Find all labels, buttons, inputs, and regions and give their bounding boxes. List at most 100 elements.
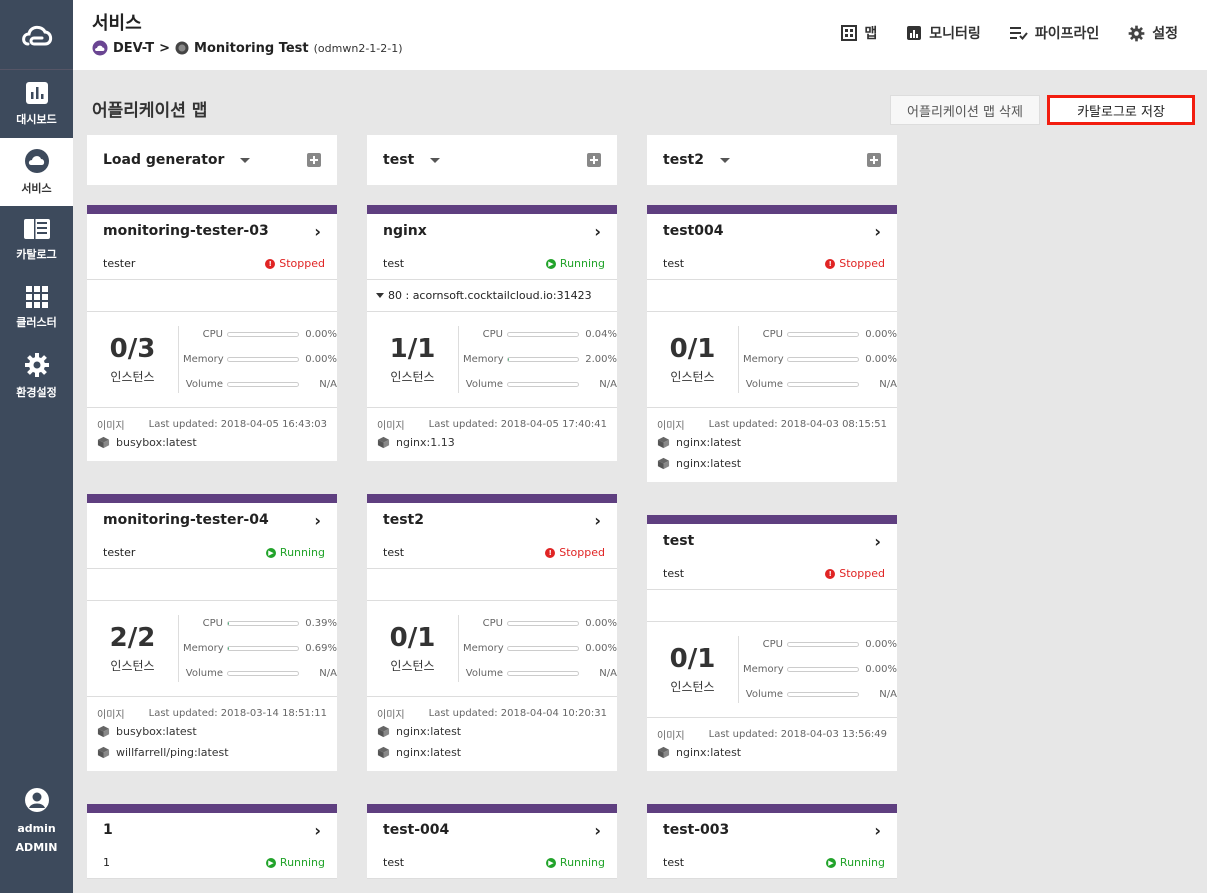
tab-settings[interactable]: 설정	[1128, 23, 1178, 43]
chevron-right-icon[interactable]: ›	[594, 821, 601, 840]
service-card[interactable]: 1 › 1 ▶ Running	[87, 804, 337, 879]
card-name: test004	[663, 223, 724, 239]
metric-label: Volume	[465, 379, 503, 390]
service-card[interactable]: test2 › test! Stopped 0/1 인스턴스 CPU 0.00% Memory 0…	[367, 494, 617, 771]
chevron-down-icon[interactable]	[719, 157, 730, 163]
add-icon[interactable]	[867, 153, 881, 167]
card-namespace-row: tester! Stopped	[87, 248, 337, 280]
group-name: test	[383, 152, 415, 168]
chevron-right-icon[interactable]: ›	[314, 511, 321, 530]
chevron-right-icon[interactable]: ›	[594, 511, 601, 530]
status-badge: ▶ Running	[545, 856, 605, 869]
metric-bar	[507, 382, 579, 387]
logo[interactable]	[0, 0, 73, 70]
metric-cpu: CPU 0.04%	[463, 326, 617, 343]
breadcrumb: DEV-T > Monitoring Test (odmwn2-1-2-1)	[92, 40, 403, 56]
metric-label: Memory	[183, 643, 224, 654]
sidebar-item-catalog[interactable]: 카탈로그	[0, 206, 73, 274]
cube-icon	[657, 436, 670, 449]
card-name: test2	[383, 512, 424, 528]
chevron-right-icon[interactable]: ›	[314, 222, 321, 241]
delete-map-button[interactable]: 어플리케이션 맵 삭제	[890, 95, 1040, 125]
user-role: ADMIN	[15, 841, 58, 854]
card-title-row[interactable]: test004 ›	[647, 214, 897, 248]
breadcrumb-workspace[interactable]: DEV-T	[113, 41, 154, 56]
add-icon[interactable]	[307, 153, 321, 167]
service-card[interactable]: monitoring-tester-04 › tester ▶ Running 2/2 인스…	[87, 494, 337, 771]
group-header[interactable]: test	[367, 135, 617, 185]
card-title-row[interactable]: test2 ›	[367, 503, 617, 537]
card-title-row[interactable]: test-003 ›	[647, 813, 897, 847]
user-profile[interactable]: admin ADMIN	[0, 787, 73, 857]
sidebar-item-label: 환경설정	[16, 386, 57, 399]
metric-bar	[227, 357, 299, 362]
sidebar-item-dashboard[interactable]: 대시보드	[0, 70, 73, 138]
image-name: nginx:latest	[676, 457, 742, 470]
service-card[interactable]: test004 › test! Stopped 0/1 인스턴스 CPU 0.00% Memor…	[647, 205, 897, 482]
sidebar-item-services[interactable]: 서비스	[0, 138, 73, 206]
card-namespace-row: test! Stopped	[647, 558, 897, 590]
chevron-right-icon[interactable]: ›	[874, 532, 881, 551]
card-title-row[interactable]: monitoring-tester-04 ›	[87, 503, 337, 537]
metric-label: CPU	[762, 329, 783, 340]
status-text: Running	[279, 546, 325, 559]
sidebar-item-cluster[interactable]: 클러스터	[0, 274, 73, 342]
sidebar-item-settings[interactable]: 환경설정	[0, 342, 73, 410]
metric-value: 0.04%	[585, 329, 617, 340]
tab-map[interactable]: 맵	[841, 23, 877, 43]
card-title-row[interactable]: monitoring-tester-03 ›	[87, 214, 337, 248]
service-card[interactable]: test › test! Stopped 0/1 인스턴스 CPU 0.00% Memory 0.…	[647, 515, 897, 771]
metric-value: N/A	[599, 379, 617, 390]
group-header[interactable]: Load generator	[87, 135, 337, 185]
sidebar-item-label: 서비스	[21, 182, 52, 195]
instance-value: 0/1	[389, 623, 436, 653]
tab-pipeline[interactable]: 파이프라인	[1009, 23, 1099, 43]
card-title-row[interactable]: test-004 ›	[367, 813, 617, 847]
gear-icon	[24, 353, 49, 377]
card-name: test	[663, 533, 695, 549]
chevron-right-icon[interactable]: ›	[314, 821, 321, 840]
chevron-down-icon[interactable]	[240, 157, 251, 163]
breadcrumb-service[interactable]: Monitoring Test	[194, 41, 309, 56]
image-name: nginx:latest	[396, 725, 462, 738]
card-namespace-row: 1 ▶ Running	[87, 847, 337, 879]
metric-label: Volume	[465, 668, 503, 679]
card-namespace: 1	[103, 856, 110, 869]
card-title-row[interactable]: nginx ›	[367, 214, 617, 248]
chevron-right-icon[interactable]: ›	[874, 821, 881, 840]
metrics: CPU 0.39% Memory 0.69% Volume N/A	[178, 615, 337, 682]
instance-count: 2/2 인스턴스	[87, 601, 178, 696]
card-title-row[interactable]: 1 ›	[87, 813, 337, 847]
play-icon: ▶	[825, 857, 836, 868]
cube-icon	[97, 746, 110, 759]
status-badge: ! Stopped	[825, 257, 885, 270]
group-header[interactable]: test2	[647, 135, 897, 185]
chevron-down-icon[interactable]	[430, 157, 441, 163]
add-icon[interactable]	[587, 153, 601, 167]
instance-label: 인스턴스	[670, 680, 715, 694]
card-stats: 2/2 인스턴스 CPU 0.39% Memory 0.69% Volume N/A	[87, 601, 337, 697]
service-card[interactable]: nginx › test ▶ Running 80 : acornsoft.cocktai…	[367, 205, 617, 461]
group-name: Load generator	[103, 152, 225, 168]
service-card[interactable]: test-004 › test ▶ Running	[367, 804, 617, 879]
card-name: nginx	[383, 223, 427, 239]
card-title-row[interactable]: test ›	[647, 524, 897, 558]
card-footer: 이미지 Last updated: 2018-04-04 10:20:31 ngin…	[367, 697, 617, 771]
last-updated: Last updated: 2018-04-04 10:20:31	[428, 707, 607, 719]
tab-monitoring[interactable]: 모니터링	[906, 23, 981, 43]
chevron-right-icon[interactable]: ›	[594, 222, 601, 241]
port-row[interactable]: 80 : acornsoft.cocktailcloud.io:31423	[367, 280, 617, 312]
service-card[interactable]: monitoring-tester-03 › tester! Stopped 0/3 인스…	[87, 205, 337, 461]
metric-cpu: CPU 0.00%	[463, 615, 617, 632]
metric-label: Volume	[745, 689, 783, 700]
play-icon: ▶	[545, 857, 556, 868]
image-item: nginx:latest	[377, 721, 607, 742]
group-column: test nginx › test ▶ Running 80 : acornsoft.coc…	[367, 135, 617, 893]
play-icon: ▶	[265, 547, 276, 558]
page-title: 서비스	[92, 13, 142, 34]
card-namespace-row: test ▶ Running	[367, 847, 617, 879]
caret-down-icon	[376, 293, 384, 298]
save-to-catalog-button[interactable]: 카탈로그로 저장	[1047, 95, 1195, 125]
chevron-right-icon[interactable]: ›	[874, 222, 881, 241]
service-card[interactable]: test-003 › test ▶ Running	[647, 804, 897, 879]
